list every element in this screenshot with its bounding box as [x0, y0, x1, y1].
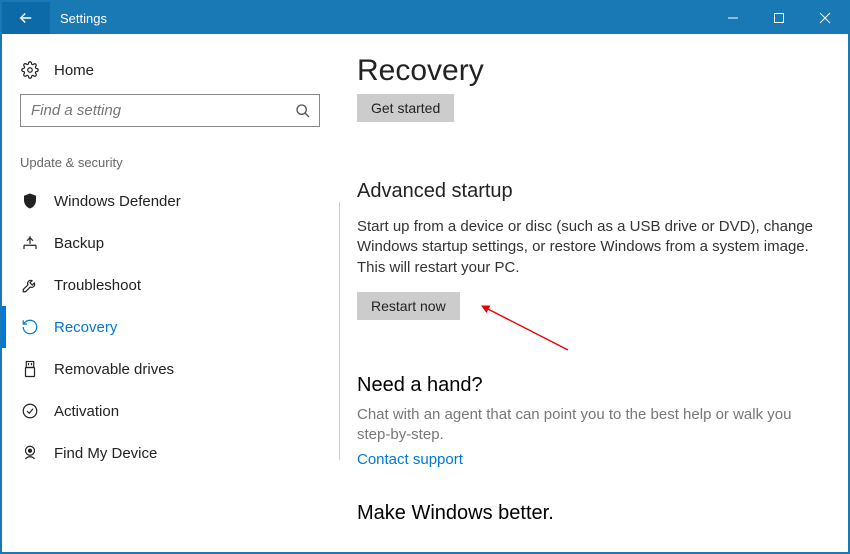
sidebar-item-label: Windows Defender	[54, 193, 181, 210]
sidebar-item-removable-drives[interactable]: Removable drives	[14, 348, 326, 390]
sidebar-item-recovery[interactable]: Recovery	[14, 306, 326, 348]
sidebar-item-label: Recovery	[54, 319, 117, 336]
usb-icon	[20, 359, 40, 379]
help-text: Chat with an agent that can point you to…	[357, 405, 822, 446]
location-icon	[20, 443, 40, 463]
titlebar: Settings	[2, 2, 848, 34]
search-field[interactable]	[31, 102, 295, 119]
help-heading: Need a hand?	[357, 374, 822, 397]
maximize-icon	[773, 12, 785, 24]
search-input[interactable]	[20, 94, 320, 127]
main-panel: Recovery Get started Advanced startup St…	[338, 34, 848, 552]
close-button[interactable]	[802, 2, 848, 34]
make-better-heading: Make Windows better.	[357, 502, 822, 525]
sidebar-item-activation[interactable]: Activation	[14, 390, 326, 432]
advanced-startup-text: Start up from a device or disc (such as …	[357, 217, 822, 278]
restart-now-button[interactable]: Restart now	[357, 292, 460, 320]
sidebar-item-label: Find My Device	[54, 445, 157, 462]
home-label: Home	[54, 62, 94, 79]
check-circle-icon	[20, 401, 40, 421]
back-button[interactable]	[2, 2, 50, 34]
sidebar-item-label: Backup	[54, 235, 104, 252]
sidebar-item-label: Removable drives	[54, 361, 174, 378]
search-icon	[295, 103, 311, 119]
sidebar-item-find-my-device[interactable]: Find My Device	[14, 432, 326, 474]
advanced-startup-heading: Advanced startup	[357, 180, 822, 203]
shield-icon	[20, 191, 40, 211]
content: Home Update & security Windows Defender …	[2, 34, 848, 552]
arrow-left-icon	[17, 9, 35, 27]
wrench-icon	[20, 275, 40, 295]
contact-support-link[interactable]: Contact support	[357, 451, 822, 468]
sidebar-item-label: Activation	[54, 403, 119, 420]
maximize-button[interactable]	[756, 2, 802, 34]
close-icon	[819, 12, 831, 24]
gear-icon	[20, 60, 40, 80]
backup-icon	[20, 233, 40, 253]
get-started-button[interactable]: Get started	[357, 94, 454, 122]
window-controls	[710, 2, 848, 34]
home-button[interactable]: Home	[14, 54, 326, 94]
sidebar: Home Update & security Windows Defender …	[2, 34, 338, 552]
window-title: Settings	[60, 11, 107, 26]
sidebar-item-backup[interactable]: Backup	[14, 222, 326, 264]
category-label: Update & security	[14, 155, 326, 180]
sidebar-item-label: Troubleshoot	[54, 277, 141, 294]
page-heading: Recovery	[357, 54, 822, 88]
recovery-icon	[20, 317, 40, 337]
sidebar-item-troubleshoot[interactable]: Troubleshoot	[14, 264, 326, 306]
sidebar-item-windows-defender[interactable]: Windows Defender	[14, 180, 326, 222]
minimize-button[interactable]	[710, 2, 756, 34]
minimize-icon	[727, 12, 739, 24]
